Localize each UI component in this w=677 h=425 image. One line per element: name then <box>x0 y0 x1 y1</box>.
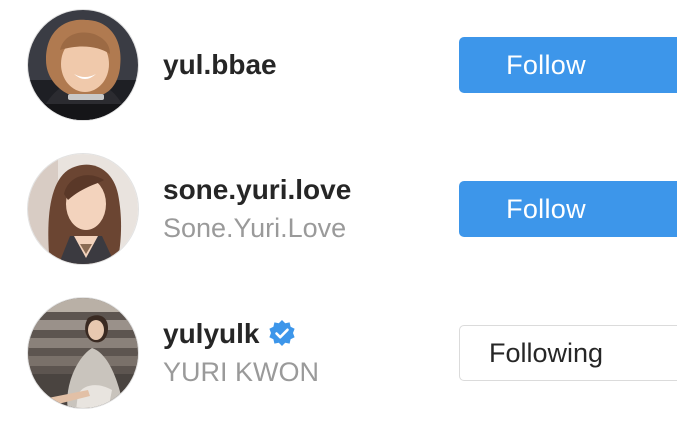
follow-button[interactable]: Follow <box>459 181 677 237</box>
name-block: sone.yuri.love Sone.Yuri.Love <box>163 174 351 244</box>
avatar[interactable] <box>27 153 139 265</box>
following-button[interactable]: Following <box>459 325 677 381</box>
profile-photo-icon <box>28 298 138 408</box>
profile-photo-icon <box>28 10 138 120</box>
profile-photo-icon <box>28 154 138 264</box>
avatar[interactable] <box>27 297 139 409</box>
user-suggestion-list: yul.bbae Follow sone.yuri.love Sone.Yuri… <box>0 0 677 425</box>
username-text: yulyulk <box>163 318 260 349</box>
username[interactable]: yulyulk <box>163 318 319 350</box>
name-block: yul.bbae <box>163 49 277 81</box>
user-row[interactable]: yul.bbae Follow <box>0 5 677 125</box>
name-block: yulyulk YURI KWON <box>163 318 319 388</box>
avatar[interactable] <box>27 9 139 121</box>
full-name: Sone.Yuri.Love <box>163 213 347 243</box>
username[interactable]: sone.yuri.love <box>163 174 351 206</box>
follow-button[interactable]: Follow <box>459 37 677 93</box>
user-row[interactable]: sone.yuri.love Sone.Yuri.Love Follow <box>0 149 677 269</box>
username[interactable]: yul.bbae <box>163 49 277 81</box>
verified-badge-icon <box>267 319 297 349</box>
full-name: YURI KWON <box>163 357 320 387</box>
user-row[interactable]: yulyulk YURI KWON Following <box>0 293 677 413</box>
